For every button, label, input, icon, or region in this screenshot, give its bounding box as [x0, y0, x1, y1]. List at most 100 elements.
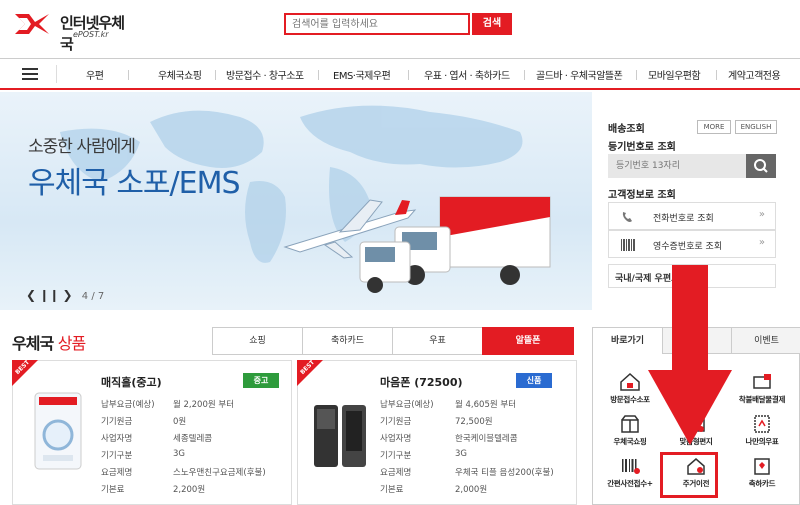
spec-value: 월 2,200원 부터	[173, 400, 235, 410]
search-icon	[754, 159, 768, 173]
banner-pager: 4 / 7	[81, 291, 105, 302]
banner-subtitle: 소중한 사람에게	[28, 137, 136, 157]
banner-controls: ❮ ❙❙ ❯ 4 / 7	[26, 288, 104, 302]
nav-separator	[716, 70, 717, 80]
nav-item-ems[interactable]: EMS·국제우편	[333, 67, 391, 82]
double-chevron-icon: »	[758, 237, 765, 248]
spec-value: 2,200원	[173, 485, 206, 495]
spec-key: 기본료	[380, 485, 404, 495]
spec-key: 요금제명	[380, 468, 412, 478]
spec-value: 월 4,605원 부터	[455, 400, 517, 410]
quick-item-label: 간편사전접수+	[607, 479, 653, 488]
product-name: 매직홀(중고)	[101, 376, 162, 389]
nav-item-contract[interactable]: 계약고객전용	[728, 67, 781, 82]
phone-lookup-label: 전화번호로 조회	[653, 214, 714, 224]
spec-value: 2,000원	[455, 485, 488, 495]
receipt-lookup-label: 영수증번호로 조회	[653, 242, 723, 252]
nav-item-mobile-mailbox[interactable]: 모바일우편함	[648, 67, 701, 82]
products-title-main: 우체국	[12, 334, 54, 353]
nav-separator	[128, 70, 129, 80]
menu-icon[interactable]	[22, 68, 38, 80]
stamp-icon	[754, 415, 770, 433]
prev-arrow-icon[interactable]: ❮	[26, 288, 36, 302]
tab-greeting-card[interactable]: 축하카드	[302, 327, 393, 355]
condition-badge: 중고	[243, 373, 279, 388]
spec-value: 우체국 티플 음성200(후불)	[455, 468, 554, 478]
spec-value: 3G	[455, 449, 467, 459]
quick-item-quick-register[interactable]: 간편사전접수+	[601, 456, 659, 498]
quick-item-label: 착불배달물결제	[738, 395, 786, 404]
condition-badge: 신품	[516, 373, 552, 388]
product-image-phone	[34, 392, 82, 470]
quick-item-label: 나만의우표	[745, 437, 779, 446]
product-card[interactable]: BEST 매직홀(중고) 중고 납부요금(예상) 월 2,200원 부터 기기원…	[12, 359, 292, 505]
nav-separator	[215, 70, 216, 80]
pay-icon	[753, 374, 771, 389]
spec-value: 0원	[173, 417, 187, 427]
tracking-search-button[interactable]	[746, 154, 776, 178]
epost-logo[interactable]: 인터넷우체국 ePOST.kr	[15, 10, 135, 53]
spec-key: 기기원금	[101, 417, 133, 427]
spec-key: 납부요금(예상)	[101, 400, 155, 410]
more-button[interactable]: MORE	[697, 120, 731, 134]
product-image-flip-phone	[314, 405, 366, 467]
nav-item-stamps[interactable]: 우표 · 엽서 · 축하카드	[424, 67, 510, 82]
nav-divider	[56, 65, 57, 83]
nav-item-shopping[interactable]: 우체국쇼핑	[158, 67, 202, 82]
spec-key: 기기원금	[380, 417, 412, 427]
house-box-icon	[620, 372, 640, 391]
spec-key: 사업자명	[101, 434, 133, 444]
barcode-icon	[621, 239, 635, 251]
spec-key: 기본료	[101, 485, 125, 495]
tab-shopping[interactable]: 쇼핑	[212, 327, 303, 355]
tab-stamps[interactable]: 우표	[392, 327, 483, 355]
quick-item-my-stamp[interactable]: 나만의우표	[733, 414, 791, 456]
hero-banner[interactable]: 소중한 사람에게 우체국 소포/EMS ❮ ❙❙ ❯ 4 / 7	[0, 92, 592, 310]
spec-value: 3G	[173, 449, 185, 459]
spec-value: 스노우맨친구요금제(후불)	[173, 468, 266, 478]
brand-sub: ePOST.kr	[73, 30, 109, 39]
tab-mvno[interactable]: 알뜰폰	[482, 327, 574, 355]
receipt-lookup-row[interactable]: 영수증번호로 조회 »	[608, 230, 776, 258]
spec-key: 납부요금(예상)	[380, 400, 434, 410]
spec-value: 한국케이블텔레콤	[455, 434, 518, 444]
nav-item-goldbar[interactable]: 골드바 · 우체국알뜰폰	[536, 67, 623, 82]
english-button[interactable]: ENGLISH	[735, 120, 777, 134]
pause-icon[interactable]: ❙❙	[39, 288, 59, 302]
phone-icon	[622, 212, 632, 222]
nav-separator	[408, 70, 409, 80]
quick-item-greeting-card[interactable]: 축하카드	[733, 456, 791, 498]
nav-separator	[636, 70, 637, 80]
next-arrow-icon[interactable]: ❯	[63, 288, 73, 302]
card-icon	[754, 458, 770, 475]
tab-events[interactable]: 이벤트	[731, 328, 800, 354]
spec-key: 요금제명	[101, 468, 133, 478]
barcode-icon	[622, 459, 640, 474]
tracking-number-input[interactable]	[608, 154, 746, 178]
product-card[interactable]: BEST 마음폰 (72500) 신품 납부요금(예상) 월 4,605원 부터…	[297, 359, 577, 505]
double-chevron-icon: »	[758, 209, 765, 220]
annotation-highlight-box	[660, 452, 718, 498]
nav-separator	[318, 70, 319, 80]
delivery-truck-illustration	[359, 196, 551, 293]
customer-title: 고객정보로 조회	[608, 190, 676, 201]
nav-item-pickup[interactable]: 방문접수 · 창구소포	[226, 67, 304, 82]
spec-key: 기기구분	[380, 451, 412, 461]
main-nav: 우편 우체국쇼핑 방문접수 · 창구소포 EMS·국제우편 우표 · 엽서 · …	[0, 58, 800, 90]
products-title: 우체국 상품	[12, 330, 86, 354]
epost-logo-icon	[15, 14, 49, 34]
spec-key: 기기구분	[101, 451, 133, 461]
banner-title: 우체국 소포/EMS	[28, 166, 241, 201]
products-title-accent: 상품	[57, 334, 86, 353]
spec-value: 72,500원	[455, 417, 493, 427]
search-input[interactable]	[284, 13, 470, 35]
phone-lookup-row[interactable]: 전화번호로 조회 »	[608, 202, 776, 230]
quick-item-cod-payment[interactable]: 착불배달물결제	[733, 372, 791, 414]
nav-item-mail[interactable]: 우편	[86, 67, 104, 82]
spec-value: 세종텔레콤	[173, 434, 213, 444]
nav-separator	[524, 70, 525, 80]
spec-key: 사업자명	[380, 434, 412, 444]
quick-item-label: 축하카드	[748, 479, 776, 488]
search-button[interactable]: 검색	[472, 13, 512, 35]
annotation-arrow-icon	[648, 265, 732, 445]
